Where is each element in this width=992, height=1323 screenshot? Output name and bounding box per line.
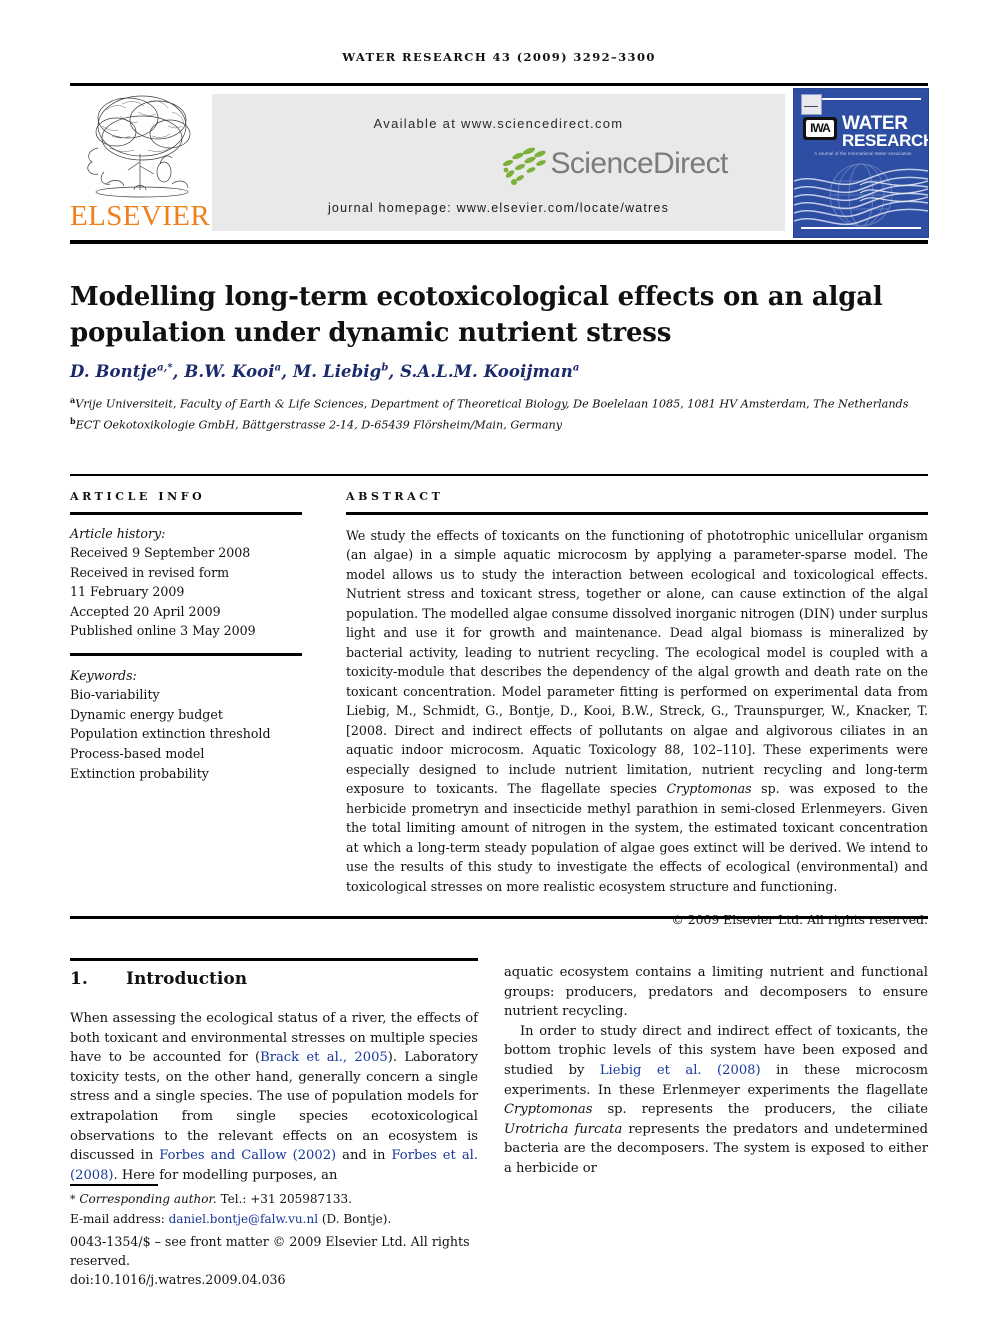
keyword-item: Bio-variability: [70, 687, 160, 703]
keyword-item: Process-based model: [70, 745, 205, 761]
citation-link: Brack et al., 2005: [260, 1050, 388, 1066]
cover-bottom-rule: [801, 227, 921, 229]
section-number: 1.: [70, 969, 88, 989]
iwa-logo-icon: IWA: [803, 117, 837, 140]
elsevier-logo: ELSEVIER: [70, 88, 211, 238]
history-item: Received 9 September 2008: [70, 545, 251, 561]
section-top-rule: [70, 958, 478, 961]
citation-link: Liebig et al. (2008): [599, 1062, 761, 1078]
intro-paragraph-left: When assessing the ecological status of …: [70, 1011, 478, 1183]
corresponding-author-note: * Corresponding author. Tel.: +31 205987…: [70, 1192, 352, 1206]
section-title: Introduction: [126, 969, 248, 989]
sciencedirect-logo: ScienceDirect: [212, 145, 785, 191]
cover-title-line2: RESEARCH: [842, 131, 929, 150]
elsevier-tree-icon: [87, 95, 191, 198]
issn-copyright-line: 0043-1354/$ – see front matter © 2009 El…: [70, 1234, 470, 1268]
imprint-block: 0043-1354/$ – see front matter © 2009 El…: [70, 1232, 530, 1289]
info-band-top-rule: [70, 474, 928, 476]
paper-page: WATER RESEARCH 43 (2009) 3292–3300 ELSEV…: [0, 0, 992, 1323]
keywords-rule: [70, 653, 302, 656]
info-band-bottom-rule: [70, 916, 928, 919]
keyword-item: Extinction probability: [70, 765, 209, 781]
cover-title: WATER RESEARCH: [842, 113, 929, 150]
footnote-block: * Corresponding author. Tel.: +31 205987…: [70, 1190, 500, 1228]
abstract-rule: [346, 512, 928, 515]
article-history: Article history: Received 9 September 20…: [70, 524, 302, 642]
elsevier-wordmark: ELSEVIER: [70, 200, 211, 232]
abstract-text: We study the effects of toxicants on the…: [346, 527, 928, 894]
sciencedirect-wordmark: ScienceDirect: [550, 147, 729, 180]
abstract-column: ABSTRACT We study the effects of toxican…: [346, 490, 928, 927]
iwa-mark-label: IWA: [806, 120, 834, 137]
history-item: Accepted 20 April 2009: [70, 603, 221, 619]
citation-link: Forbes and Callow (2002): [159, 1148, 337, 1164]
article-info-heading: ARTICLE INFO: [70, 490, 206, 503]
doi-line: doi:10.1016/j.watres.2009.04.036: [70, 1272, 286, 1287]
journal-cover-thumbnail: IWA WATER RESEARCH A Journal of the Inte…: [793, 88, 929, 238]
body-column-left: 1. Introduction When assessing the ecolog…: [70, 963, 478, 1185]
article-info-column: ARTICLE INFO Article history: Received 9…: [70, 490, 302, 783]
sciencedirect-leaves-icon: [502, 147, 546, 185]
sciencedirect-panel: Available at www.sciencedirect.com Scien…: [212, 94, 785, 231]
journal-homepage-text: journal homepage: www.elsevier.com/locat…: [327, 201, 670, 215]
cover-subtitle: A Journal of the International Water Ass…: [814, 151, 912, 156]
article-info-rule: [70, 512, 302, 515]
footnote-rule: [70, 1184, 158, 1186]
running-head: WATER RESEARCH 43 (2009) 3292–3300: [342, 50, 656, 64]
available-at-text: Available at www.sciencedirect.com: [373, 116, 624, 131]
cover-publisher-mark-icon: [801, 94, 822, 115]
masthead-bottom-rule: [70, 240, 928, 244]
affiliations: aVrije Universiteit, Faculty of Earth & …: [70, 395, 909, 432]
copyright-line: © 2009 Elsevier Ltd. All rights reserved…: [671, 912, 928, 927]
abstract-heading: ABSTRACT: [346, 490, 444, 503]
keywords-label: Keywords:: [70, 667, 137, 683]
email-link[interactable]: daniel.bontje@falw.vu.nl: [169, 1212, 318, 1226]
page-title: Modelling long-term ecotoxicological eff…: [70, 282, 883, 349]
email-line: E-mail address: daniel.bontje@falw.vu.nl…: [70, 1210, 500, 1229]
article-history-label: Article history:: [70, 525, 166, 541]
history-item: 11 February 2009: [70, 584, 185, 600]
masthead: ELSEVIER Available at www.sciencedirect.…: [70, 88, 929, 238]
history-item: Received in revised form: [70, 564, 230, 580]
keyword-item: Population extinction threshold: [70, 726, 271, 742]
author-list: D. Bontjea,*, B.W. Kooia, M. Liebigb, S.…: [70, 362, 580, 381]
body-column-right: aquatic ecosystem contains a limiting nu…: [504, 965, 928, 1176]
keywords-list: Keywords: Bio-variability Dynamic energy…: [70, 666, 302, 784]
cover-title-line1: WATER: [842, 113, 908, 134]
history-item: Published online 3 May 2009: [70, 623, 256, 639]
section-heading: 1. Introduction: [70, 969, 478, 989]
keyword-item: Dynamic energy budget: [70, 706, 223, 722]
email-owner: (D. Bontje).: [321, 1211, 392, 1226]
email-label: E-mail address:: [70, 1211, 165, 1226]
header-rule: [70, 83, 928, 86]
